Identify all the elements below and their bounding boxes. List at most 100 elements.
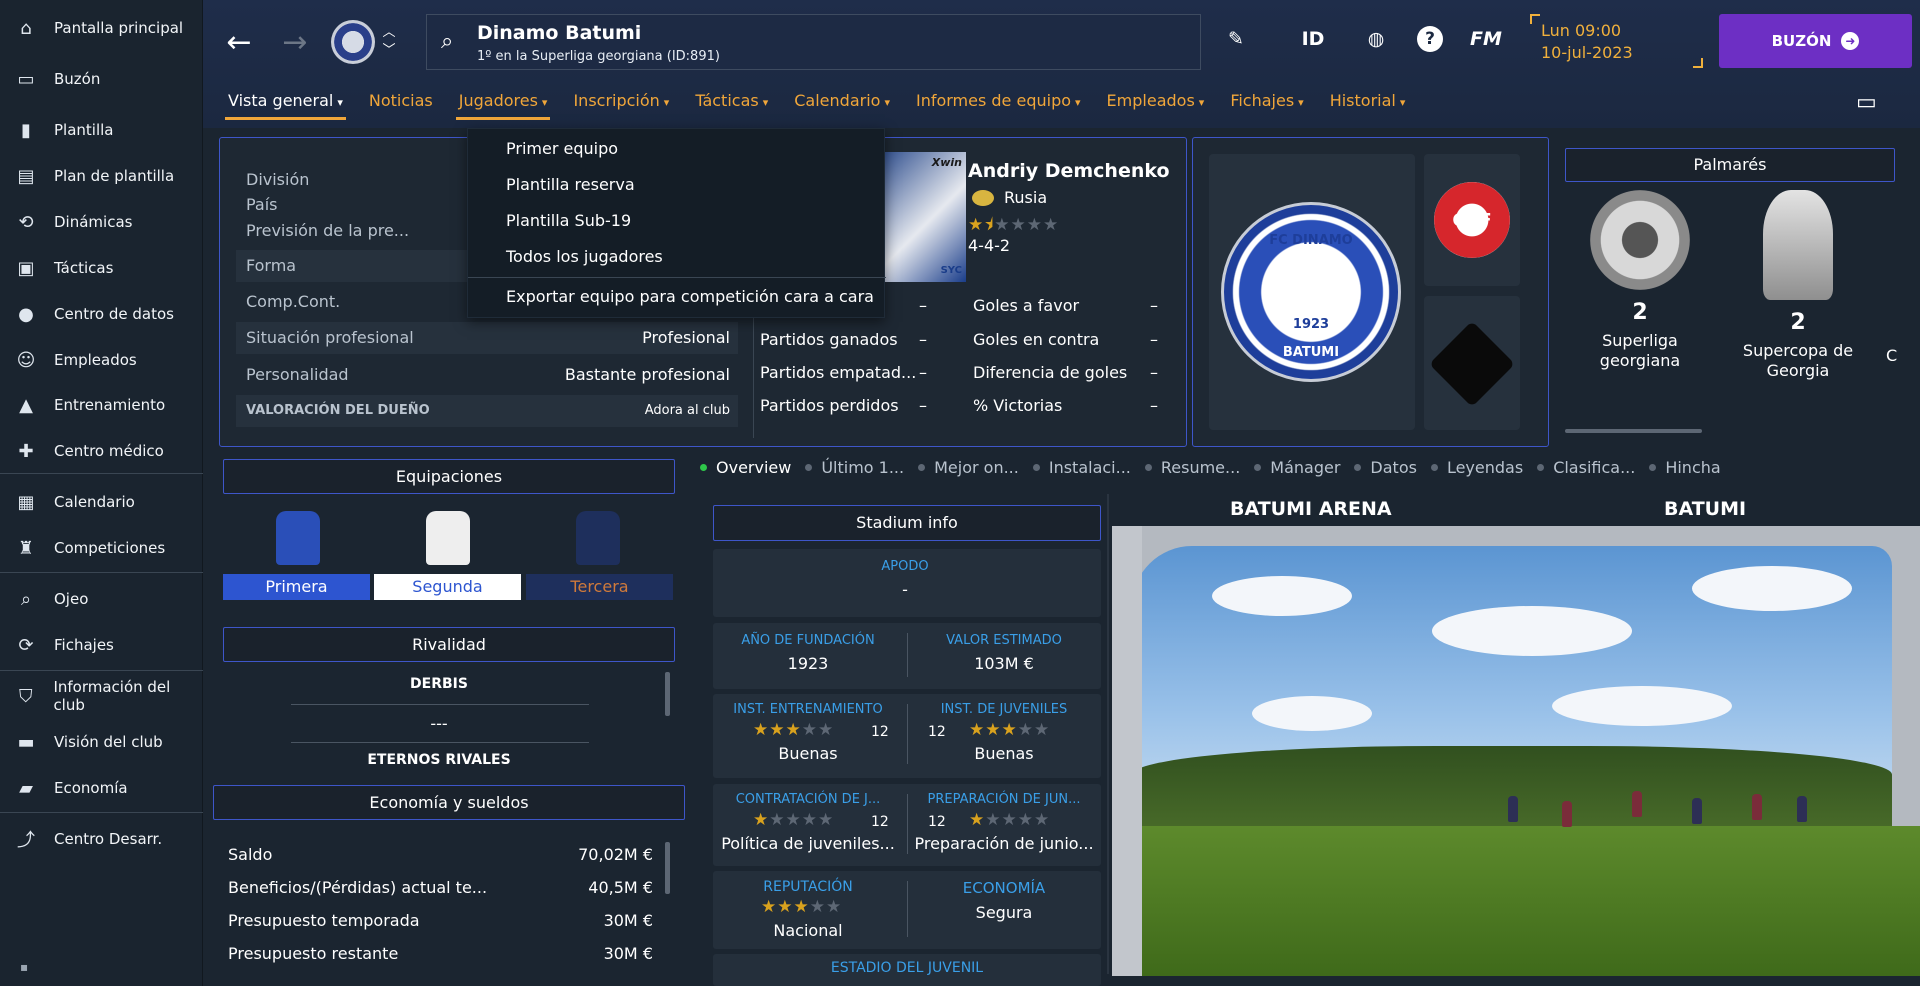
sponsor-logo[interactable] — [1429, 321, 1515, 407]
rivalry-scrollbar[interactable] — [665, 672, 670, 716]
subtab-ranking[interactable]: Clasifica... — [1537, 456, 1635, 478]
sidebar-item-inbox[interactable]: ▭ Buzón — [0, 59, 203, 99]
menu-item-u19-squad[interactable]: Plantilla Sub-19 — [506, 211, 631, 230]
dot-icon — [1537, 463, 1545, 471]
tab-registration[interactable]: Inscripción ▾ — [570, 90, 672, 122]
sidebar-item-scouting[interactable]: ⌕ Ojeo — [0, 579, 203, 619]
trophy-supercopa[interactable]: 2 Supercopa de Georgia — [1728, 190, 1868, 381]
subtab-best-eleven[interactable]: Mejor on... — [918, 456, 1019, 478]
sponsor-logo-box — [1424, 296, 1520, 430]
third-kit-shirt[interactable] — [568, 505, 628, 567]
subtab-legends[interactable]: Leyendas — [1430, 456, 1523, 478]
tab-transfers[interactable]: Fichajes ▾ — [1227, 90, 1306, 122]
youth-recruitment-box: CONTRATACIÓN DE J... ★★★★★ 12 Política d… — [713, 784, 1101, 866]
stadium-photo[interactable] — [1112, 526, 1920, 976]
sidebar-item-training[interactable]: ▲ Entrenamiento — [0, 385, 203, 425]
chevron-down-icon: ▾ — [762, 96, 769, 109]
sidebar-item-club-info[interactable]: ⛉ Información del club — [0, 676, 203, 716]
subtab-last[interactable]: Último 1... — [805, 456, 904, 478]
back-arrow-icon[interactable]: ← — [221, 22, 257, 62]
tab-overview[interactable]: Vista general ▾ — [225, 90, 346, 122]
sidebar-item-dynamics[interactable]: ⟲ Dinámicas — [0, 202, 203, 242]
cup-icon — [1763, 190, 1833, 300]
reputation-stars: ★★★★★ — [761, 897, 843, 917]
sidebar-item-tactics[interactable]: ▣ Tácticas — [0, 248, 203, 288]
divider — [291, 704, 589, 705]
sidebar-item-staff[interactable]: ☺ Empleados — [0, 340, 203, 380]
active-dot-icon — [700, 463, 707, 471]
sidebar-item-competitions[interactable]: ♜ Competiciones — [0, 528, 203, 568]
menu-divider — [468, 277, 886, 278]
help-icon[interactable]: ? — [1417, 26, 1443, 52]
sidebar-item-transfers[interactable]: ⟳ Fichajes — [0, 625, 203, 665]
kit-label-away[interactable]: Segunda — [374, 574, 521, 600]
kits-title[interactable]: Equipaciones — [223, 459, 675, 494]
away-kit-shirt[interactable] — [418, 505, 478, 567]
data-center-icon: ● — [18, 303, 34, 325]
date-frame-corner — [1693, 58, 1703, 68]
menu-item-reserve-squad[interactable]: Plantilla reserva — [506, 175, 635, 194]
palmares-scrollbar[interactable] — [1565, 429, 1702, 433]
subtab-summary[interactable]: Resume... — [1144, 456, 1240, 478]
sidebar-item-home[interactable]: ⌂ Pantalla principal — [0, 8, 203, 48]
sidebar-divider — [0, 670, 203, 671]
tab-team-reports[interactable]: Informes de equipo ▾ — [913, 90, 1084, 122]
menu-item-export-team[interactable]: Exportar equipo para competición cara a … — [506, 287, 874, 306]
monitor-icon[interactable]: ▭ — [1856, 90, 1888, 115]
stadium-header: BATUMI ARENA BATUMI — [1110, 498, 1920, 524]
menu-item-all-players[interactable]: Todos los jugadores — [506, 247, 663, 266]
dot-icon — [1144, 463, 1152, 471]
manager-name[interactable]: Andriy Demchenko — [968, 160, 1170, 182]
edit-icon[interactable]: ✎ — [1219, 28, 1253, 50]
tab-calendar[interactable]: Calendario ▾ — [791, 90, 893, 122]
sidebar-item-calendar[interactable]: ▦ Calendario — [0, 482, 203, 522]
sidebar-item-development[interactable]: ⤴ Centro Desarr. — [0, 819, 203, 859]
info-row-professional-status: Situación profesional Profesional — [236, 322, 738, 354]
subtab-overview[interactable]: Overview — [700, 456, 791, 478]
inbox-continue-button[interactable]: BUZÓN ➜ — [1719, 14, 1912, 68]
subtab-data[interactable]: Datos — [1354, 456, 1417, 478]
palmares-title[interactable]: Palmarés — [1565, 148, 1895, 182]
trophy-superliga[interactable]: 2 Superliga georgiana — [1570, 190, 1710, 371]
finances-scrollbar[interactable] — [665, 842, 670, 894]
subtab-fans[interactable]: Hincha — [1649, 456, 1721, 478]
stadium-info-title[interactable]: Stadium info — [713, 505, 1101, 541]
home-kit-shirt[interactable] — [268, 505, 328, 567]
manager-photo[interactable]: Xwin SYC — [878, 152, 966, 282]
kit-label-third[interactable]: Tercera — [526, 574, 673, 600]
sidebar-item-finances[interactable]: ▰ Economía — [0, 768, 203, 808]
collapse-icon[interactable]: ▪ — [20, 960, 28, 974]
divider — [907, 881, 908, 937]
federation-logo[interactable]: GFF — [1434, 182, 1510, 258]
chevron-updown-icon[interactable]: ︿ ﹀ — [381, 24, 397, 60]
id-icon[interactable]: ID — [1296, 28, 1330, 50]
tab-tactics[interactable]: Tácticas ▾ — [692, 90, 771, 122]
inbox-icon: ▭ — [17, 68, 35, 90]
sidebar-item-squad[interactable]: ▮ Plantilla — [0, 110, 203, 150]
tab-players[interactable]: Jugadores ▾ — [455, 90, 551, 122]
fm-icon[interactable]: FM — [1469, 28, 1503, 50]
sidebar-item-medical[interactable]: ✚ Centro médico — [0, 431, 203, 471]
tab-history[interactable]: Historial ▾ — [1327, 90, 1409, 122]
club-name: Dinamo Batumi — [477, 22, 642, 44]
world-icon[interactable]: ◍ — [1359, 28, 1393, 50]
tab-staff[interactable]: Empleados ▾ — [1104, 90, 1208, 122]
finances-title[interactable]: Economía y sueldos — [213, 785, 685, 820]
sidebar-item-squad-plan[interactable]: ▤ Plan de plantilla — [0, 156, 203, 196]
club-crest-large: FC DINAMO 1923 BATUMI — [1221, 202, 1401, 382]
kit-label-home[interactable]: Primera — [223, 574, 370, 600]
game-date[interactable]: Lun 09:00 10-jul-2023 — [1541, 20, 1633, 64]
forward-arrow-icon[interactable]: → — [277, 22, 313, 62]
overview-subtabs: Overview Último 1... Mejor on... Instala… — [700, 456, 1735, 478]
club-tabs: Vista general ▾ Noticias Jugadores ▾ Inscr… — [225, 90, 1428, 122]
club-crest-small[interactable] — [331, 20, 375, 64]
menu-item-first-team[interactable]: Primer equipo — [506, 139, 618, 158]
date-frame-corner — [1530, 14, 1540, 24]
club-search-box[interactable]: ⌕ Dinamo Batumi 1º en la Superliga georg… — [426, 14, 1201, 70]
subtab-manager[interactable]: Mánager — [1254, 456, 1340, 478]
sidebar-item-club-vision[interactable]: ▬ Visión del club — [0, 722, 203, 762]
sidebar-item-data-center[interactable]: ● Centro de datos — [0, 294, 203, 334]
rivalry-title[interactable]: Rivalidad — [223, 627, 675, 662]
subtab-facilities[interactable]: Instalaci... — [1032, 456, 1131, 478]
tab-news[interactable]: Noticias — [366, 90, 436, 122]
